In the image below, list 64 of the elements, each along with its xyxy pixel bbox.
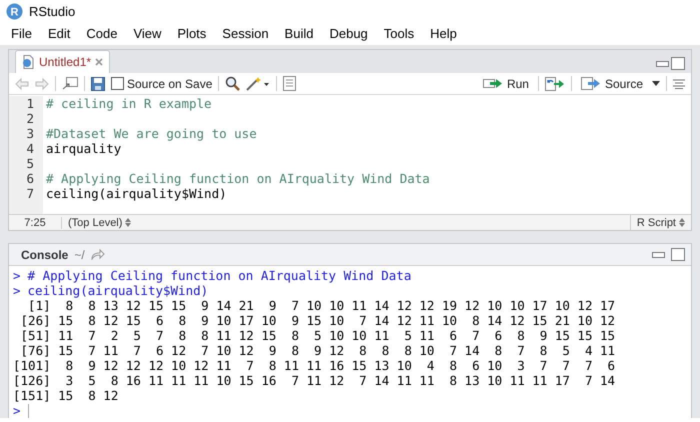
line-number: 7 bbox=[9, 186, 43, 201]
line-number: 5 bbox=[9, 156, 43, 171]
code-comment: #Dataset We are going to use bbox=[45, 126, 257, 141]
editor-tab[interactable]: Untitled1* bbox=[15, 50, 110, 73]
console-output: [51] 11 7 2 5 7 8 8 11 12 15 8 5 10 10 11 5 11 6 7 6 8 9 15 15 15 bbox=[20, 328, 616, 343]
dropdown-caret-icon[interactable] bbox=[652, 81, 660, 86]
minimize-icon[interactable] bbox=[656, 60, 669, 66]
source-arrow-icon bbox=[580, 77, 601, 90]
tab-title: Untitled1* bbox=[39, 55, 92, 69]
console-output: [101] 8 9 12 12 12 10 12 11 7 8 11 11 16 15 13 10 4 8 6 10 3 7 7 7 6 bbox=[13, 358, 616, 373]
working-directory: ~/ bbox=[74, 248, 85, 262]
menu-item[interactable]: Build bbox=[276, 26, 322, 41]
run-arrow-icon bbox=[482, 77, 503, 90]
maximize-icon[interactable] bbox=[671, 57, 685, 70]
r-file-icon bbox=[22, 55, 35, 69]
minimize-icon[interactable] bbox=[652, 252, 665, 258]
show-in-window-icon[interactable] bbox=[62, 77, 78, 90]
file-type-selector[interactable]: R Script bbox=[630, 215, 691, 230]
console-output: [76] 15 7 11 7 6 12 7 10 12 9 8 9 12 8 8 8 10 7 14 8 7 8 5 4 11 bbox=[20, 343, 616, 358]
console-output: [126] 3 5 8 16 11 11 11 10 15 16 7 11 12 7 14 11 11 8 13 10 11 11 17 7 14 bbox=[13, 373, 616, 388]
close-icon[interactable] bbox=[95, 58, 104, 66]
line-number: 3 bbox=[9, 126, 43, 141]
search-icon[interactable] bbox=[225, 76, 240, 91]
code-line: airquality bbox=[45, 141, 122, 156]
cursor-position: 7:25 bbox=[9, 216, 62, 228]
console-command: ceiling(airquality$Wind) bbox=[28, 283, 208, 298]
go-to-directory-arrow-icon[interactable] bbox=[90, 249, 105, 260]
menu-item[interactable]: Debug bbox=[321, 26, 376, 41]
magic-wand-icon[interactable] bbox=[246, 76, 270, 91]
notebook-icon[interactable] bbox=[283, 76, 296, 91]
up-down-arrows-icon bbox=[125, 218, 132, 227]
console-prompt: > bbox=[13, 403, 22, 418]
window-title: RStudio bbox=[29, 4, 76, 18]
menu-item[interactable]: Tools bbox=[376, 26, 422, 41]
console-command: # Applying Ceiling function on AIrquality Wind Data bbox=[28, 268, 412, 283]
line-number: 2 bbox=[9, 111, 43, 126]
menu-item[interactable]: Session bbox=[214, 26, 277, 41]
menu-item[interactable]: Plots bbox=[169, 26, 214, 41]
menu-item[interactable]: Help bbox=[422, 26, 465, 41]
menu-item[interactable]: File bbox=[3, 26, 40, 41]
scope-selector[interactable]: (Top Level) bbox=[62, 216, 138, 228]
console-title: Console bbox=[21, 248, 68, 262]
save-icon[interactable] bbox=[91, 76, 105, 90]
text-cursor bbox=[28, 404, 29, 418]
rerun-icon[interactable] bbox=[544, 76, 565, 90]
line-number: 6 bbox=[9, 171, 43, 186]
console-output: [151] 15 8 12 bbox=[13, 388, 118, 403]
app-logo-icon: R bbox=[6, 2, 23, 20]
menu-item[interactable]: Code bbox=[78, 26, 126, 41]
source-on-save-checkbox[interactable]: Source on Save bbox=[111, 76, 212, 90]
console-prompt: > bbox=[13, 268, 22, 283]
outline-icon[interactable] bbox=[673, 78, 685, 88]
up-down-arrows-icon bbox=[679, 218, 685, 227]
code-comment: # Applying Ceiling function on AIrquality Wind Data bbox=[45, 171, 430, 186]
code-comment: # ceiling in R example bbox=[45, 96, 212, 111]
line-number: 1 bbox=[9, 96, 43, 111]
line-number: 4 bbox=[9, 141, 43, 156]
console-prompt: > bbox=[13, 283, 22, 298]
console-output: [26] 15 8 12 15 6 8 9 10 17 10 9 15 10 7 14 12 11 10 8 14 12 15 21 10 12 bbox=[20, 313, 616, 328]
menu-item[interactable]: View bbox=[125, 26, 170, 41]
maximize-icon[interactable] bbox=[671, 248, 685, 261]
console-output: [1] 8 8 13 12 15 15 9 14 21 9 7 10 10 11 14 12 12 19 12 10 10 17 10 12 17 bbox=[27, 298, 616, 313]
code-line: ceiling(airquality$Wind) bbox=[45, 186, 227, 201]
menu-item[interactable]: Edit bbox=[40, 26, 78, 41]
